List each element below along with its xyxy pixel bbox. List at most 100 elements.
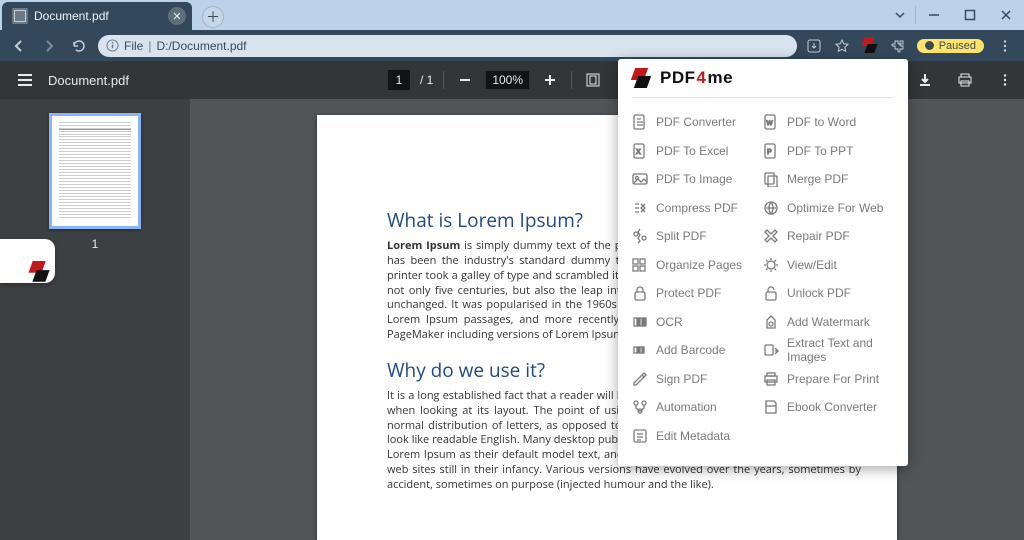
- popup-item-icon: [632, 228, 648, 244]
- pdf4me-extension-icon[interactable]: [861, 37, 879, 55]
- popup-item-icon: P: [763, 143, 779, 159]
- popup-item-sign-pdf[interactable]: Sign PDF: [632, 365, 763, 394]
- popup-item-ocr[interactable]: OCR: [632, 308, 763, 337]
- popup-item-label: Automation: [656, 400, 717, 414]
- popup-item-pdf-to-ppt[interactable]: P PDF To PPT: [763, 137, 894, 166]
- popup-item-pdf-to-excel[interactable]: X PDF To Excel: [632, 137, 763, 166]
- popup-item-split-pdf[interactable]: Split PDF: [632, 222, 763, 251]
- profile-paused-badge[interactable]: Paused: [917, 39, 984, 53]
- pdf-document-title: Document.pdf: [48, 73, 129, 88]
- bookmark-star-icon[interactable]: [833, 37, 851, 55]
- popup-item-icon: [763, 228, 779, 244]
- popup-item-pdf-converter[interactable]: PDF Converter: [632, 108, 763, 137]
- pdf-file-icon: [12, 8, 28, 24]
- svg-text:X: X: [636, 149, 641, 156]
- popup-item-pdf-to-image[interactable]: PDF To Image: [632, 165, 763, 194]
- popup-item-icon: [632, 200, 648, 216]
- popup-item-icon: [763, 200, 779, 216]
- popup-item-label: Add Watermark: [787, 315, 870, 329]
- popup-item-edit-metadata[interactable]: Edit Metadata: [632, 422, 763, 451]
- popup-item-icon: [763, 371, 779, 387]
- popup-item-view-edit[interactable]: View/Edit: [763, 251, 894, 280]
- pdf4me-logo-icon: [861, 37, 879, 55]
- new-tab-button[interactable]: ＋: [202, 6, 224, 28]
- install-app-icon[interactable]: [805, 37, 823, 55]
- popup-item-organize-pages[interactable]: Organize Pages: [632, 251, 763, 280]
- popup-item-unlock-pdf[interactable]: Unlock PDF: [763, 279, 894, 308]
- popup-item-label: PDF Converter: [656, 115, 736, 129]
- print-button[interactable]: [954, 72, 976, 88]
- pdf-menu-button[interactable]: [16, 71, 34, 89]
- divider: [571, 71, 572, 89]
- popup-item-automation[interactable]: Automation: [632, 393, 763, 422]
- thumbnail-panel: 1: [0, 99, 190, 540]
- popup-item-icon: [632, 342, 648, 358]
- pdf4me-logo: PDF4me: [630, 67, 780, 89]
- browser-address-bar: File | D:/Document.pdf Paused: [0, 30, 1024, 61]
- popup-item-label: Organize Pages: [656, 258, 742, 272]
- popup-item-add-watermark[interactable]: Add Watermark: [763, 308, 894, 337]
- download-button[interactable]: [914, 72, 936, 88]
- svg-text:W: W: [767, 120, 774, 127]
- pdf4me-logo-icon: [630, 67, 652, 89]
- window-dropdown-button[interactable]: [885, 0, 915, 30]
- reload-button[interactable]: [68, 35, 90, 57]
- popup-item-protect-pdf[interactable]: Protect PDF: [632, 279, 763, 308]
- back-button[interactable]: [8, 35, 30, 57]
- window-maximize-button[interactable]: [952, 0, 988, 30]
- popup-item-prepare-for-print[interactable]: Prepare For Print: [763, 365, 894, 394]
- paused-label: Paused: [939, 40, 976, 52]
- browser-menu-button[interactable]: [994, 35, 1016, 57]
- info-icon: [106, 39, 119, 52]
- forward-button[interactable]: [38, 35, 60, 57]
- pdf4me-side-tab[interactable]: [0, 239, 55, 283]
- popup-item-label: PDF to Word: [787, 115, 856, 129]
- window-minimize-button[interactable]: [916, 0, 952, 30]
- browser-tab-active[interactable]: Document.pdf ✕: [2, 2, 192, 30]
- pdf-more-button[interactable]: [994, 73, 1016, 87]
- popup-item-label: Add Barcode: [656, 343, 725, 357]
- tab-close-button[interactable]: ✕: [168, 7, 186, 25]
- popup-item-label: Merge PDF: [787, 172, 848, 186]
- popup-item-merge-pdf[interactable]: Merge PDF: [763, 165, 894, 194]
- popup-item-extract-text-and-images[interactable]: Extract Text and Images: [763, 336, 894, 365]
- svg-text:P: P: [767, 149, 772, 156]
- url-input[interactable]: File | D:/Document.pdf: [98, 35, 797, 57]
- zoom-out-button[interactable]: [454, 73, 476, 87]
- popup-item-pdf-to-word[interactable]: W PDF to Word: [763, 108, 894, 137]
- popup-item-icon: [763, 285, 779, 301]
- popup-item-icon: [632, 371, 648, 387]
- popup-item-optimize-for-web[interactable]: Optimize For Web: [763, 194, 894, 223]
- popup-item-repair-pdf[interactable]: Repair PDF: [763, 222, 894, 251]
- zoom-level[interactable]: 100%: [486, 71, 529, 89]
- url-path: D:/Document.pdf: [156, 39, 246, 53]
- popup-item-icon: [763, 171, 779, 187]
- zoom-in-button[interactable]: [539, 73, 561, 87]
- popup-item-label: Edit Metadata: [656, 429, 730, 443]
- window-close-button[interactable]: [988, 0, 1024, 30]
- fit-page-button[interactable]: [582, 72, 604, 88]
- popup-item-label: OCR: [656, 315, 683, 329]
- pdf4me-popup: PDF4me PDF Converter W PDF to Word X PDF To …: [618, 59, 908, 466]
- thumbnail-page-number: 1: [49, 237, 141, 251]
- page-total: / 1: [420, 73, 433, 87]
- popup-item-compress-pdf[interactable]: Compress PDF: [632, 194, 763, 223]
- divider: |: [148, 39, 151, 53]
- popup-item-label: Split PDF: [656, 229, 707, 243]
- popup-item-ebook-converter[interactable]: Ebook Converter: [763, 393, 894, 422]
- popup-item-label: View/Edit: [787, 258, 837, 272]
- popup-item-icon: [632, 257, 648, 273]
- pdf4me-wordmark-icon: PDF4me: [660, 68, 780, 88]
- page-number-input[interactable]: 1: [388, 70, 410, 90]
- extensions-puzzle-icon[interactable]: [889, 37, 907, 55]
- popup-item-add-barcode[interactable]: Add Barcode: [632, 336, 763, 365]
- popup-item-icon: [632, 399, 648, 415]
- popup-item-label: Compress PDF: [656, 201, 738, 215]
- page-thumbnail[interactable]: [49, 113, 141, 229]
- popup-item-label: Optimize For Web: [787, 201, 883, 215]
- popup-item-label: Extract Text and Images: [787, 336, 894, 364]
- popup-item-label: PDF To PPT: [787, 144, 853, 158]
- popup-item-icon: [763, 399, 779, 415]
- popup-item-label: PDF To Excel: [656, 144, 728, 158]
- popup-item-icon: [632, 171, 648, 187]
